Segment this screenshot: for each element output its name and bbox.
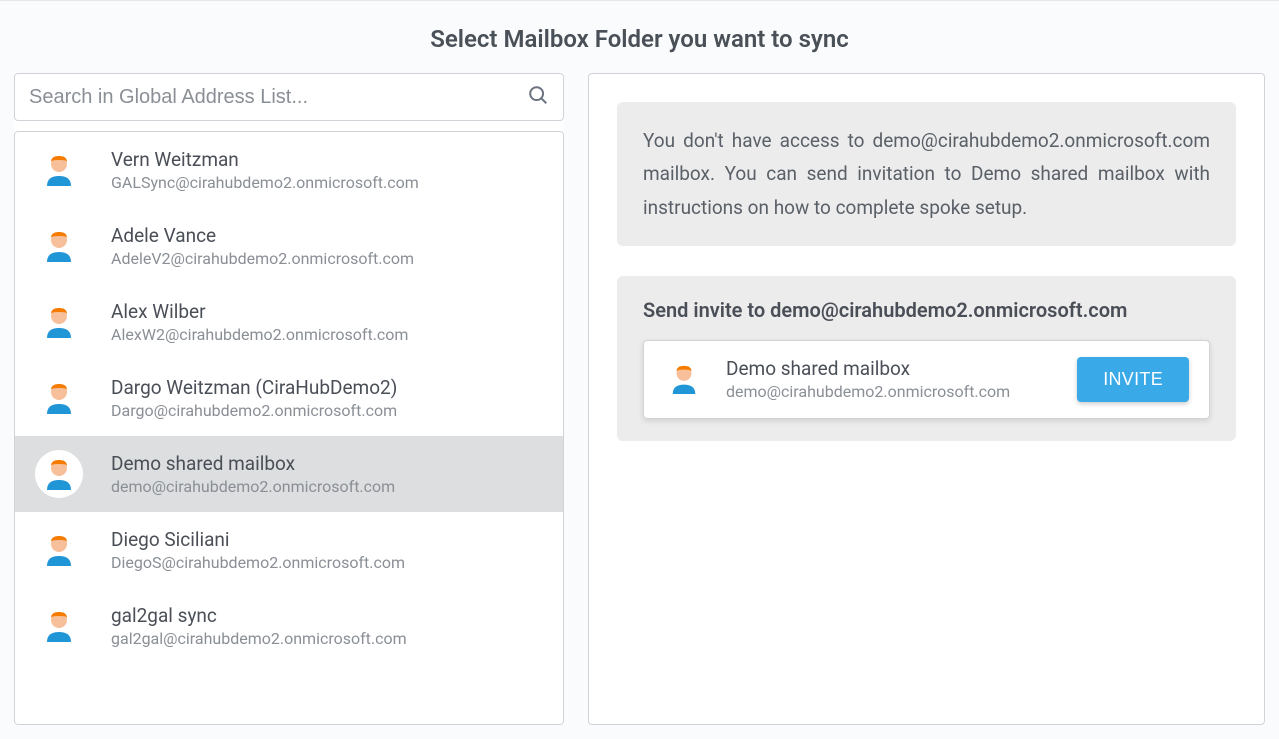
invite-title: Send invite to demo@cirahubdemo2.onmicro… xyxy=(643,298,1210,322)
list-item[interactable]: Adele Vance AdeleV2@cirahubdemo2.onmicro… xyxy=(15,208,563,284)
left-panel: Vern Weitzman GALSync@cirahubdemo2.onmic… xyxy=(14,73,564,725)
invite-name: Demo shared mailbox xyxy=(726,357,1055,380)
contact-email: GALSync@cirahubdemo2.onmicrosoft.com xyxy=(111,173,419,192)
user-avatar-icon xyxy=(35,526,83,574)
contact-name: Adele Vance xyxy=(111,224,414,247)
invite-card: Demo shared mailbox demo@cirahubdemo2.on… xyxy=(643,340,1210,419)
contact-list[interactable]: Vern Weitzman GALSync@cirahubdemo2.onmic… xyxy=(15,132,563,724)
list-item[interactable]: gal2gal sync gal2gal@cirahubdemo2.onmicr… xyxy=(15,588,563,664)
user-avatar-icon xyxy=(35,374,83,422)
contact-email: AlexW2@cirahubdemo2.onmicrosoft.com xyxy=(111,325,408,344)
user-avatar-icon xyxy=(35,450,83,498)
user-avatar-icon xyxy=(35,602,83,650)
contact-name: Vern Weitzman xyxy=(111,148,419,171)
contact-name: Alex Wilber xyxy=(111,300,408,323)
contact-name: Dargo Weitzman (CiraHubDemo2) xyxy=(111,376,397,399)
right-panel: You don't have access to demo@cirahubdem… xyxy=(588,73,1265,725)
invite-button[interactable]: INVITE xyxy=(1077,357,1189,402)
user-avatar-icon xyxy=(35,298,83,346)
search-wrap[interactable] xyxy=(14,73,564,121)
page-title: Select Mailbox Folder you want to sync xyxy=(0,25,1279,53)
info-box: You don't have access to demo@cirahubdem… xyxy=(617,102,1236,246)
invite-email: demo@cirahubdemo2.onmicrosoft.com xyxy=(726,382,1055,401)
list-item[interactable]: Dargo Weitzman (CiraHubDemo2) Dargo@cira… xyxy=(15,360,563,436)
contact-email: demo@cirahubdemo2.onmicrosoft.com xyxy=(111,477,395,496)
info-text: You don't have access to demo@cirahubdem… xyxy=(643,124,1210,224)
contact-name: gal2gal sync xyxy=(111,604,407,627)
list-item[interactable]: Demo shared mailbox demo@cirahubdemo2.on… xyxy=(15,436,563,512)
contact-name: Demo shared mailbox xyxy=(111,452,395,475)
contact-email: Dargo@cirahubdemo2.onmicrosoft.com xyxy=(111,401,397,420)
user-avatar-icon xyxy=(664,359,704,399)
search-icon xyxy=(527,84,549,110)
invite-box: Send invite to demo@cirahubdemo2.onmicro… xyxy=(617,276,1236,441)
contact-email: DiegoS@cirahubdemo2.onmicrosoft.com xyxy=(111,553,405,572)
search-input[interactable] xyxy=(29,86,527,109)
list-item[interactable]: Alex Wilber AlexW2@cirahubdemo2.onmicros… xyxy=(15,284,563,360)
list-item[interactable]: Diego Siciliani DiegoS@cirahubdemo2.onmi… xyxy=(15,512,563,588)
list-item[interactable]: Vern Weitzman GALSync@cirahubdemo2.onmic… xyxy=(15,132,563,208)
contact-name: Diego Siciliani xyxy=(111,528,405,551)
user-avatar-icon xyxy=(35,222,83,270)
user-avatar-icon xyxy=(35,146,83,194)
contact-email: AdeleV2@cirahubdemo2.onmicrosoft.com xyxy=(111,249,414,268)
contact-email: gal2gal@cirahubdemo2.onmicrosoft.com xyxy=(111,629,407,648)
